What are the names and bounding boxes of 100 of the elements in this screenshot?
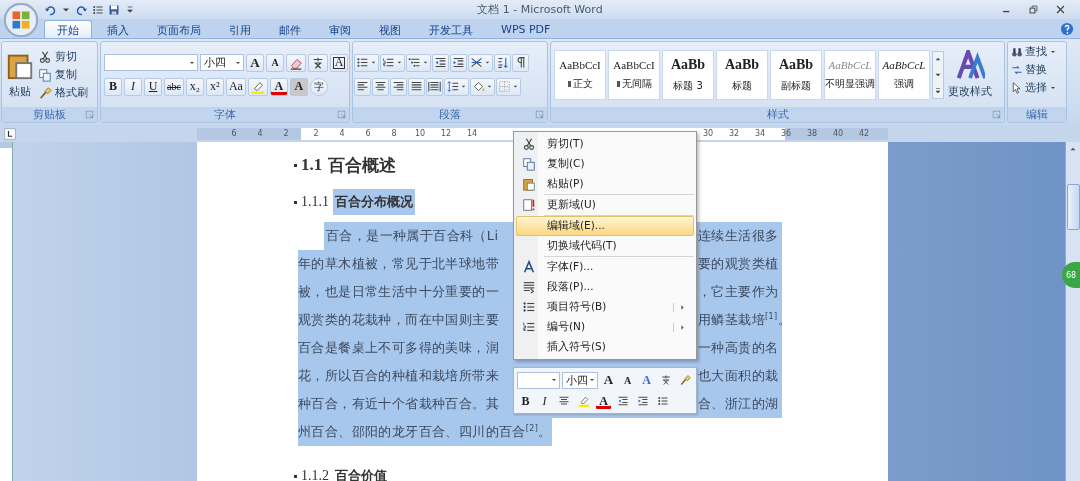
sup-button[interactable]: x² — [205, 77, 224, 96]
menu-item[interactable]: 段落(P)... — [516, 277, 694, 297]
shrink-button[interactable]: A — [266, 53, 284, 72]
style-tile[interactable]: AaBbCcL 强调 — [878, 49, 930, 100]
style-name: 正文 — [567, 76, 593, 91]
paragraph-text: 连续生活很多 — [698, 227, 780, 245]
color-button[interactable]: A — [595, 392, 612, 410]
menu-item[interactable]: 字体(F)... — [516, 257, 694, 277]
ruler-number: 36 — [779, 129, 793, 138]
menu-item[interactable]: 编辑域(E)... — [516, 216, 694, 236]
ribbon-tab[interactable]: WPS PDF — [488, 20, 564, 38]
redo-icon — [76, 3, 88, 16]
strike-button[interactable]: abc — [164, 77, 184, 96]
align-right-button[interactable] — [390, 77, 407, 96]
style-preview: AaBbCcI — [613, 58, 655, 71]
highlight-button[interactable] — [247, 77, 268, 96]
ruler-number: 6 — [230, 129, 238, 138]
scroll-thumb[interactable] — [1066, 184, 1080, 230]
heading-number: 1.1.1 — [301, 194, 329, 210]
case-button[interactable]: Aa — [225, 77, 246, 96]
caret-icon — [422, 59, 429, 66]
color-button[interactable]: A — [269, 77, 288, 96]
menu-item[interactable]: 更新域(U) — [516, 195, 694, 215]
ribbon-tab[interactable]: 审阅 — [316, 20, 364, 38]
replace-button[interactable]: 替换 — [1011, 62, 1047, 77]
ribbon-tab[interactable]: 视图 — [366, 20, 414, 38]
select-button[interactable]: 选择 — [1011, 80, 1057, 95]
bold-button[interactable]: B — [104, 77, 122, 96]
paragraph-text: ，它主要作为 — [698, 283, 780, 301]
change-styles-button[interactable]: 更改样式 — [948, 48, 992, 101]
ribbon-tab[interactable]: 开发工具 — [416, 20, 486, 38]
font-size-field[interactable]: 小四 — [200, 54, 244, 71]
caret-icon — [396, 59, 403, 66]
italic-button[interactable]: I — [536, 392, 553, 410]
multilevel-button[interactable] — [406, 53, 431, 72]
distribute-button[interactable] — [426, 77, 443, 96]
highlighter-icon — [250, 79, 265, 94]
ribbon-tab[interactable]: 插入 — [94, 20, 142, 38]
shrink-button[interactable]: A — [619, 371, 636, 389]
asian-button[interactable] — [468, 53, 493, 72]
style-tile[interactable]: AaBbCcI 正文 — [554, 49, 606, 100]
highlighter-icon — [578, 395, 590, 407]
group-label: 剪贴板 — [33, 107, 66, 122]
vertical-scrollbar[interactable] — [1065, 142, 1080, 481]
find-button[interactable]: 查找 — [1011, 44, 1057, 59]
style-tile[interactable]: AaBbCcI 无间隔 — [608, 49, 660, 100]
caret-icon — [512, 83, 519, 90]
menu-item[interactable]: 编号(N) — [516, 317, 694, 337]
multilevel-list-icon — [408, 56, 421, 69]
menu-item[interactable]: 复制(C) — [516, 154, 694, 174]
style-preview: AaBb — [670, 56, 706, 73]
justify-button[interactable] — [408, 77, 425, 96]
shade-button[interactable]: A — [289, 77, 308, 96]
ribbon-tab[interactable]: 开始 — [44, 20, 92, 38]
shading-button[interactable] — [470, 77, 495, 96]
ruler-number: 42 — [857, 129, 871, 138]
underline-button[interactable]: U — [144, 77, 162, 96]
sort-button[interactable] — [494, 53, 511, 72]
style-tile[interactable]: AaBb 副标题 — [770, 49, 822, 100]
paste-button[interactable]: 粘贴 — [5, 48, 35, 101]
menu-item[interactable]: 切换域代码(T) — [516, 236, 694, 256]
style-tile[interactable]: AaBbCcL 不明显强调 — [824, 49, 876, 100]
cut-button[interactable]: 剪切 — [38, 49, 77, 64]
font-name-field[interactable] — [517, 371, 560, 389]
menu-item[interactable]: 项目符号(B) — [516, 297, 694, 317]
border-button[interactable]: A — [330, 53, 348, 72]
ruler-number: 40 — [831, 129, 845, 138]
clear-button[interactable] — [286, 53, 306, 72]
letters-icon — [955, 50, 985, 80]
scissors-icon — [522, 137, 536, 151]
group-label: 字体 — [214, 107, 236, 122]
spacing-button[interactable] — [444, 77, 469, 96]
bold-button[interactable]: B — [517, 392, 534, 410]
grow-button[interactable]: A — [600, 371, 617, 389]
menu-item[interactable]: 插入符号(S) — [516, 337, 694, 357]
align-left-button[interactable] — [354, 77, 371, 96]
menu-item[interactable]: 剪切(T) — [516, 134, 694, 154]
indent-button[interactable] — [450, 53, 467, 72]
bullets-button[interactable] — [354, 53, 379, 72]
painter-button[interactable]: 格式刷 — [38, 85, 88, 100]
marks-button[interactable] — [512, 53, 529, 72]
enclose-button[interactable]: 字 — [309, 77, 328, 96]
ribbon-tab[interactable]: 页面布局 — [144, 20, 214, 38]
font-name-field[interactable] — [104, 54, 198, 71]
style-tile[interactable]: AaBb 标题 3 — [662, 49, 714, 100]
menu-item[interactable]: 粘贴(P) — [516, 174, 694, 194]
grow-button[interactable]: A — [246, 53, 264, 72]
outdent-button[interactable] — [432, 53, 449, 72]
styles-button[interactable]: A — [638, 371, 655, 389]
phonetic-button[interactable] — [308, 53, 328, 72]
style-tile[interactable]: AaBb 标题 — [716, 49, 768, 100]
ribbon-tab[interactable]: 引用 — [216, 20, 264, 38]
numbering-button[interactable] — [380, 53, 405, 72]
indent-icon — [452, 56, 465, 69]
ribbon-tab[interactable]: 邮件 — [266, 20, 314, 38]
italic-button[interactable]: I — [124, 77, 142, 96]
align-center-button[interactable] — [372, 77, 389, 96]
sub-button[interactable]: x₂ — [185, 77, 204, 96]
font-size-field[interactable]: 小四 — [562, 371, 598, 389]
copy-button[interactable]: 复制 — [38, 67, 77, 82]
